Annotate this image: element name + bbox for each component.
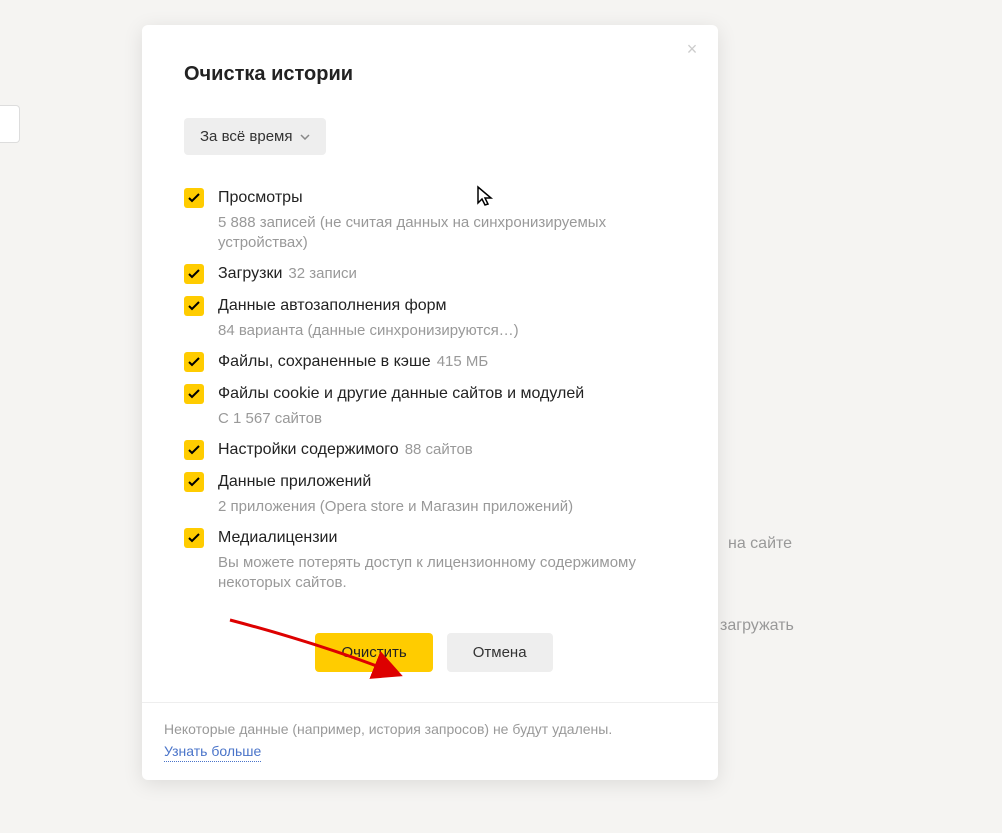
- learn-more-link[interactable]: Узнать больше: [164, 741, 261, 762]
- close-button[interactable]: ×: [684, 41, 700, 57]
- cancel-button[interactable]: Отмена: [447, 633, 553, 672]
- option-cookies: Файлы cookie и другие данные сайтов и мо…: [184, 383, 684, 429]
- option-sub: 5 888 записей (не считая данных на синхр…: [218, 213, 684, 253]
- option-downloads: Загрузки 32 записи: [184, 263, 684, 285]
- option-label: Загрузки: [218, 265, 282, 282]
- check-icon: [188, 533, 200, 543]
- chevron-down-icon: [300, 134, 310, 140]
- option-content-settings: Настройки содержимого 88 сайтов: [184, 439, 684, 461]
- checkbox-cookies[interactable]: [184, 384, 204, 404]
- option-app-data: Данные приложений 2 приложения (Opera st…: [184, 471, 684, 517]
- checkbox-cache[interactable]: [184, 352, 204, 372]
- close-icon: ×: [687, 39, 698, 59]
- bg-text: загружать: [720, 617, 794, 635]
- check-icon: [188, 357, 200, 367]
- option-sub: 84 варианта (данные синхронизируются…): [218, 321, 684, 341]
- time-range-select[interactable]: За всё время: [184, 118, 326, 155]
- check-icon: [188, 477, 200, 487]
- checkbox-views[interactable]: [184, 188, 204, 208]
- option-cache: Файлы, сохраненные в кэше 415 МБ: [184, 351, 684, 373]
- footer-text: Некоторые данные (например, история запр…: [164, 721, 612, 737]
- option-count: 415 МБ: [437, 353, 489, 370]
- checkbox-content-settings[interactable]: [184, 440, 204, 460]
- checkbox-app-data[interactable]: [184, 472, 204, 492]
- clear-history-dialog: × Очистка истории За всё время Просмотры…: [142, 25, 718, 780]
- option-label: Данные автозаполнения форм: [218, 297, 447, 314]
- option-count: 32 записи: [288, 265, 356, 282]
- option-sub: Вы можете потерять доступ к лицензионном…: [218, 553, 684, 593]
- button-row: Очистить Отмена: [184, 633, 684, 672]
- option-sub: 2 приложения (Opera store и Магазин прил…: [218, 497, 684, 517]
- option-label: Файлы cookie и другие данные сайтов и мо…: [218, 385, 584, 402]
- option-media-licenses: Медиалицензии Вы можете потерять доступ …: [184, 527, 684, 593]
- option-label: Просмотры: [218, 189, 303, 206]
- check-icon: [188, 193, 200, 203]
- time-range-label: За всё время: [200, 128, 292, 145]
- bg-text: на сайте: [728, 535, 792, 553]
- option-label: Медиалицензии: [218, 529, 337, 546]
- dialog-footer: Некоторые данные (например, история запр…: [142, 702, 718, 780]
- checkbox-downloads[interactable]: [184, 264, 204, 284]
- options-list: Просмотры 5 888 записей (не считая данны…: [184, 187, 684, 593]
- option-label: Настройки содержимого: [218, 441, 399, 458]
- checkbox-media-licenses[interactable]: [184, 528, 204, 548]
- clear-button[interactable]: Очистить: [315, 633, 432, 672]
- checkbox-autofill[interactable]: [184, 296, 204, 316]
- dialog-title: Очистка истории: [184, 63, 684, 86]
- check-icon: [188, 445, 200, 455]
- option-label: Данные приложений: [218, 473, 371, 490]
- option-views: Просмотры 5 888 записей (не считая данны…: [184, 187, 684, 253]
- check-icon: [188, 269, 200, 279]
- option-sub: С 1 567 сайтов: [218, 409, 684, 429]
- check-icon: [188, 389, 200, 399]
- option-autofill: Данные автозаполнения форм 84 варианта (…: [184, 295, 684, 341]
- check-icon: [188, 301, 200, 311]
- bg-tab-fragment: [0, 105, 20, 143]
- option-label: Файлы, сохраненные в кэше: [218, 353, 431, 370]
- option-count: 88 сайтов: [405, 441, 473, 458]
